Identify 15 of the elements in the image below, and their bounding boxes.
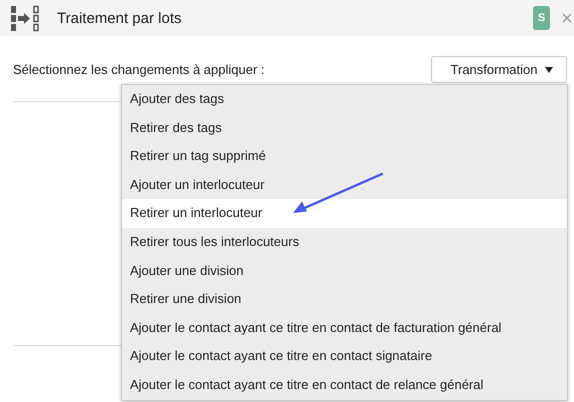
instruction-text: Sélectionnez les changements à appliquer : <box>13 62 264 77</box>
menu-item[interactable]: Retirer un interlocuteur <box>122 199 567 228</box>
user-badge: S <box>533 6 550 30</box>
menu-item[interactable]: Ajouter le contact ayant ce titre en contact signataire <box>122 342 567 371</box>
menu-item[interactable]: Retirer une division <box>122 285 567 314</box>
menu-item[interactable]: Ajouter le contact ayant ce titre en contact de facturation général <box>122 314 567 342</box>
menu-item[interactable]: Retirer tous les interlocuteurs <box>122 228 567 257</box>
menu-item[interactable]: Ajouter des tags <box>122 85 567 114</box>
window-title: Traitement par lots <box>57 10 182 26</box>
transformation-dropdown[interactable]: Transformation <box>431 56 567 83</box>
menu-item[interactable]: Retirer un tag supprimé <box>122 142 567 171</box>
menu-item[interactable]: Ajouter un interlocuteur <box>122 170 567 200</box>
menu-item[interactable]: Retirer des tags <box>122 114 567 142</box>
menu-item[interactable]: Ajouter le contact ayant ce titre en contact de relance général <box>122 370 567 400</box>
menu-item[interactable]: Ajouter une division <box>122 256 567 286</box>
